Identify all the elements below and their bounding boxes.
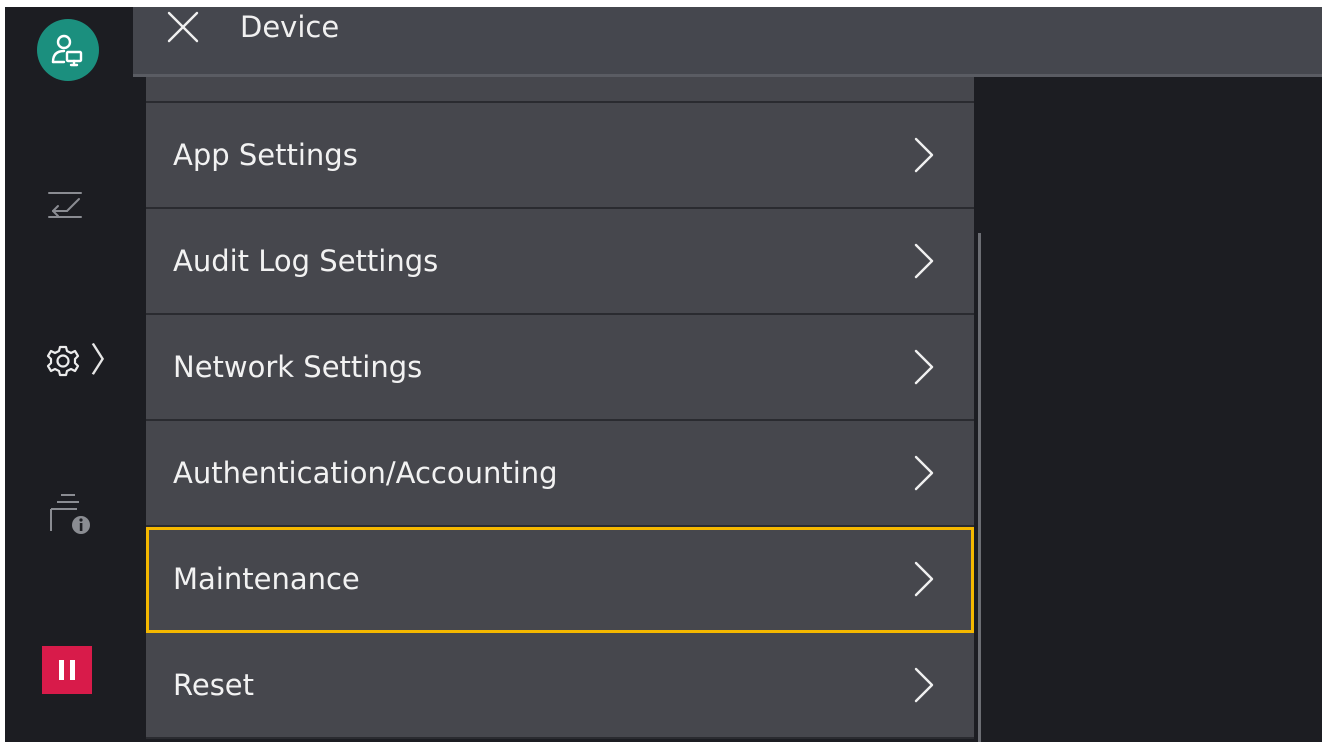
- list-item-authentication-accounting[interactable]: Authentication/Accounting: [146, 421, 974, 527]
- scrollbar[interactable]: [978, 233, 981, 742]
- pause-icon: [59, 660, 75, 680]
- list-item-reset[interactable]: Reset: [146, 633, 974, 739]
- list-item-audit-log-settings[interactable]: Audit Log Settings: [146, 209, 974, 315]
- chevron-right-icon: 〉: [90, 341, 124, 381]
- transfer-icon: [48, 192, 82, 218]
- list-item-label: Authentication/Accounting: [173, 456, 558, 490]
- job-info-button[interactable]: [47, 491, 91, 537]
- screen: 〉 Device App Settings Audit Log Settings…: [5, 7, 1322, 742]
- page-title: Device: [240, 10, 340, 44]
- list-item-label: App Settings: [173, 138, 358, 172]
- list-item-app-settings[interactable]: App Settings: [146, 103, 974, 209]
- close-icon: [167, 11, 199, 43]
- settings-nav-button[interactable]: 〉: [45, 337, 125, 385]
- user-avatar-button[interactable]: [37, 19, 99, 81]
- list-item-label: Maintenance: [173, 562, 360, 596]
- chevron-right-icon: [914, 455, 934, 491]
- chevron-right-icon: [914, 243, 934, 279]
- chevron-right-icon: [914, 137, 934, 173]
- stop-button[interactable]: [42, 646, 92, 694]
- top-bar: Device: [133, 7, 1322, 77]
- chevron-right-icon: [914, 667, 934, 703]
- settings-list: App Settings Audit Log Settings Network …: [146, 77, 974, 742]
- chevron-right-icon: [914, 561, 934, 597]
- chevron-right-icon: [914, 349, 934, 385]
- list-item-label: Network Settings: [173, 350, 423, 384]
- list-item-label: Audit Log Settings: [173, 244, 439, 278]
- transfer-button[interactable]: [45, 185, 85, 225]
- printer-info-icon: [50, 494, 90, 534]
- user-device-icon: [51, 34, 83, 67]
- list-item-maintenance[interactable]: Maintenance: [146, 527, 974, 633]
- gear-icon: [46, 345, 80, 377]
- close-button[interactable]: [165, 9, 205, 45]
- list-item-network-settings[interactable]: Network Settings: [146, 315, 974, 421]
- list-item-label: Reset: [173, 668, 255, 702]
- left-rail: 〉: [5, 7, 133, 742]
- list-item-partial[interactable]: [146, 77, 974, 103]
